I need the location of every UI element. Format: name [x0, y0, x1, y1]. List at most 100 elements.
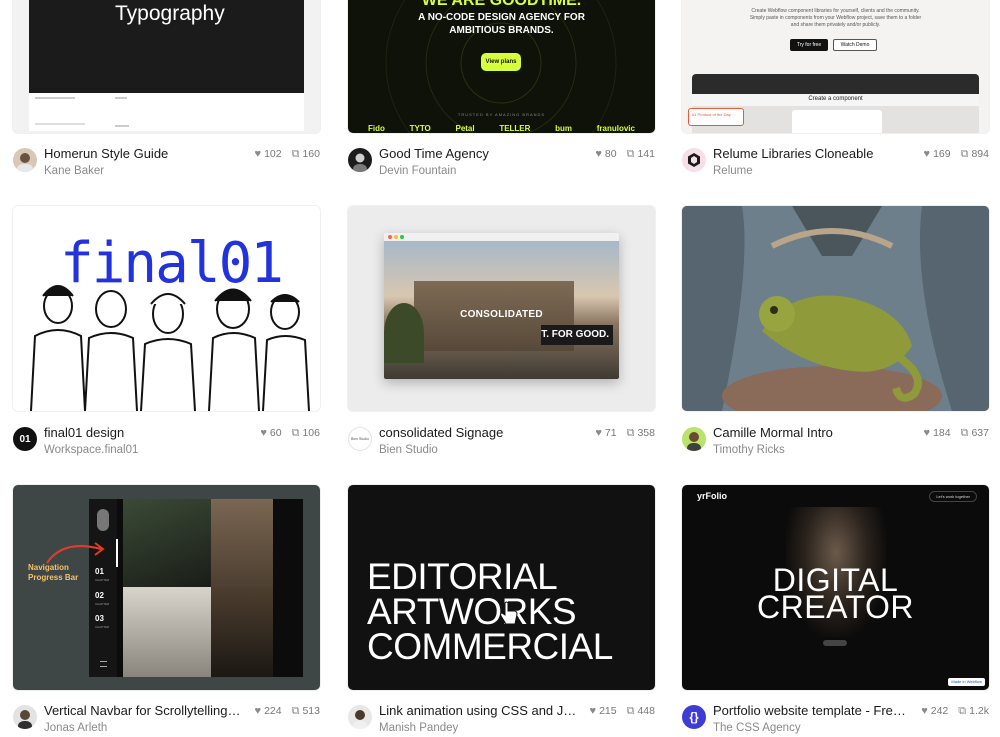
project-title[interactable]: final01 design: [44, 425, 124, 441]
clone-count: 106: [302, 427, 320, 439]
heart-icon[interactable]: ♥: [255, 704, 262, 718]
project-meta: {} Portfolio website template - Free… Th…: [682, 703, 989, 737]
heart-icon[interactable]: ♥: [260, 426, 267, 440]
like-count: 215: [599, 705, 617, 717]
project-card[interactable]: yrFolio Let's work together DIGITAL CREA…: [682, 485, 989, 734]
project-title[interactable]: Link animation using CSS and Ja…: [379, 703, 579, 719]
thumb-app-title: Create a component: [808, 96, 863, 102]
avatar[interactable]: {}: [682, 705, 706, 729]
project-title[interactable]: Homerun Style Guide: [44, 146, 168, 162]
thumb-num-label: CHAPTER: [95, 578, 110, 582]
project-thumbnail[interactable]: CONSOLIDATED T. FOR GOOD.: [348, 206, 655, 411]
project-thumbnail[interactable]: Typography: [13, 0, 320, 133]
heart-icon[interactable]: ♥: [595, 147, 602, 161]
project-author[interactable]: Workspace.final01: [44, 443, 138, 457]
thumb-logo: yrFolio: [697, 491, 728, 501]
thumb-white-panel: [29, 93, 304, 131]
project-author[interactable]: Kane Baker: [44, 164, 104, 178]
avatar[interactable]: [348, 705, 372, 729]
clone-count: 358: [637, 427, 655, 439]
avatar[interactable]: [13, 148, 37, 172]
thumb-phone-frame: 01 CHAPTER 02 CHAPTER 03 CHAPTER: [89, 499, 303, 677]
project-author[interactable]: Jonas Arleth: [44, 721, 107, 735]
project-stats: ♥ 80 ⧉ 141: [595, 147, 655, 161]
thumb-logo: bum: [555, 124, 573, 133]
avatar[interactable]: Bien Studio: [348, 427, 372, 451]
project-thumbnail[interactable]: yrFolio Let's work together DIGITAL CREA…: [682, 485, 989, 690]
clone-icon[interactable]: ⧉: [292, 147, 300, 161]
clone-icon[interactable]: ⧉: [292, 704, 300, 718]
like-count: 102: [264, 148, 282, 160]
like-count: 242: [930, 705, 949, 717]
project-author[interactable]: Manish Pandey: [379, 721, 458, 735]
thumb-line: CREATOR: [757, 589, 914, 625]
clone-icon[interactable]: ⧉: [961, 147, 969, 161]
thumb-num: 01: [95, 567, 104, 576]
project-stats: ♥ 169 ⧉ 894: [924, 147, 989, 161]
avatar[interactable]: 01: [13, 427, 37, 451]
project-title[interactable]: Portfolio website template - Free…: [713, 703, 913, 719]
clone-count: 894: [971, 148, 989, 160]
clone-icon[interactable]: ⧉: [961, 426, 969, 440]
project-thumbnail[interactable]: Create Webflow component libraries for y…: [682, 0, 989, 133]
project-author[interactable]: Bien Studio: [379, 443, 438, 457]
project-thumbnail[interactable]: final01: [13, 206, 320, 411]
project-card[interactable]: CONSOLIDATED T. FOR GOOD. Bien Studio co…: [348, 206, 655, 456]
project-author[interactable]: Devin Fountain: [379, 164, 456, 178]
project-thumbnail[interactable]: WE ARE GOODTIME. A NO-CODE DESIGN AGENCY…: [348, 0, 655, 133]
project-title[interactable]: Relume Libraries Cloneable: [713, 146, 873, 162]
project-thumbnail[interactable]: [682, 206, 989, 411]
clone-icon[interactable]: ⧉: [292, 426, 300, 440]
cursor-hand-icon: [500, 601, 518, 625]
heart-icon[interactable]: ♥: [255, 147, 262, 161]
avatar[interactable]: [13, 705, 37, 729]
thumb-cta-button: View plans: [481, 53, 521, 71]
project-meta: Vertical Navbar for Scrollytelling … Jon…: [13, 703, 320, 737]
project-card[interactable]: final01 01 final01 design Workspace.fina…: [13, 206, 320, 456]
project-author[interactable]: Timothy Ricks: [713, 443, 785, 457]
heart-icon[interactable]: ♥: [590, 704, 597, 718]
thumb-badge-text: #1 Product of the Day: [692, 112, 731, 117]
project-stats: ♥ 71 ⧉ 358: [595, 426, 655, 440]
clone-icon[interactable]: ⧉: [627, 147, 635, 161]
project-thumbnail[interactable]: 01 CHAPTER 02 CHAPTER 03 CHAPTER Navigat…: [13, 485, 320, 690]
thumb-illustration: [30, 285, 310, 411]
clone-count: 1.2k: [969, 705, 989, 717]
thumb-text-block: EDITORIAL ARTWORKS COMMERCIAL: [367, 558, 613, 665]
thumb-num: 03: [95, 614, 104, 623]
clone-icon[interactable]: ⧉: [627, 426, 635, 440]
project-title[interactable]: Good Time Agency: [379, 146, 489, 162]
avatar[interactable]: [682, 427, 706, 451]
project-stats: ♥ 184 ⧉ 637: [924, 426, 989, 440]
like-count: 60: [269, 427, 282, 439]
thumb-logos: Fido TYTO Petal TELLER bum franulovic: [368, 124, 635, 133]
thumb-description: Create Webflow component libraries for y…: [712, 8, 959, 29]
heart-icon[interactable]: ♥: [924, 426, 931, 440]
project-card[interactable]: 01 CHAPTER 02 CHAPTER 03 CHAPTER Navigat…: [13, 485, 320, 734]
thumb-logo: TELLER: [499, 124, 531, 133]
clone-count: 637: [971, 427, 989, 439]
project-meta: Relume Libraries Cloneable Relume ♥ 169 …: [682, 146, 989, 186]
thumb-num-label: CHAPTER: [95, 625, 110, 629]
heart-icon[interactable]: ♥: [921, 704, 928, 718]
project-card[interactable]: EDITORIAL ARTWORKS COMMERCIAL Link anima…: [348, 485, 655, 734]
thumb-logo: Petal: [455, 124, 475, 133]
clone-icon[interactable]: ⧉: [958, 704, 966, 718]
project-author[interactable]: The CSS Agency: [713, 721, 801, 735]
thumb-num: 02: [95, 591, 104, 600]
heart-icon[interactable]: ♥: [924, 147, 931, 161]
project-author[interactable]: Relume: [713, 164, 753, 178]
project-title[interactable]: Camille Mormal Intro: [713, 425, 833, 441]
project-card[interactable]: Camille Mormal Intro Timothy Ricks ♥ 184…: [682, 206, 989, 456]
thumb-webflow-badge: Made in Webflow: [948, 678, 985, 686]
project-title[interactable]: consolidated Signage: [379, 425, 503, 441]
project-meta: Homerun Style Guide Kane Baker ♥ 102 ⧉ 1…: [13, 146, 320, 186]
clone-count: 141: [637, 148, 655, 160]
heart-icon[interactable]: ♥: [595, 426, 602, 440]
project-thumbnail[interactable]: EDITORIAL ARTWORKS COMMERCIAL: [348, 485, 655, 690]
avatar[interactable]: [348, 148, 372, 172]
avatar[interactable]: [682, 148, 706, 172]
clone-icon[interactable]: ⧉: [627, 704, 635, 718]
project-title[interactable]: Vertical Navbar for Scrollytelling …: [44, 703, 244, 719]
thumb-sign: T. FOR GOOD.: [541, 325, 613, 345]
